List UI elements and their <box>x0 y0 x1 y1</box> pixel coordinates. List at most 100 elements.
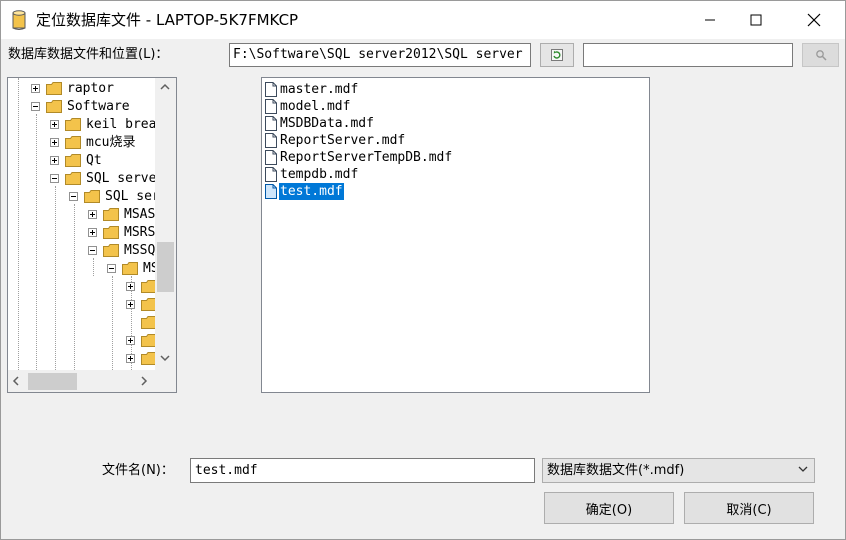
expand-icon[interactable] <box>126 354 135 363</box>
tree-guide-line <box>36 114 37 370</box>
folder-icon <box>141 280 155 293</box>
expand-icon[interactable] <box>126 282 135 291</box>
tree-guide-line <box>112 276 113 370</box>
file-name: ReportServer.mdf <box>280 133 406 148</box>
folder-icon <box>103 226 119 239</box>
file-type-select[interactable]: 数据库数据文件(*.mdf) <box>542 458 815 483</box>
scroll-down-icon[interactable] <box>160 355 170 365</box>
path-field[interactable]: F:\Software\SQL server2012\SQL server <box>229 43 531 67</box>
file-name: model.mdf <box>280 99 351 114</box>
file-name: test.mdf <box>279 183 344 200</box>
folder-open-icon <box>103 244 119 257</box>
filename-label: 文件名(N)： <box>102 463 174 478</box>
refresh-button[interactable] <box>540 43 574 67</box>
file-type-value: 数据库数据文件(*.mdf) <box>547 463 685 478</box>
expand-icon[interactable] <box>88 210 97 219</box>
collapse-icon[interactable] <box>50 174 59 183</box>
scroll-up-icon[interactable] <box>160 83 170 93</box>
close-icon <box>807 13 821 27</box>
file-icon <box>265 116 277 131</box>
tree-item-label: SQL serve <box>86 171 155 186</box>
folder-icon <box>65 118 81 131</box>
close-button[interactable] <box>791 1 837 39</box>
folder-tree[interactable]: raptor Software keil brea mcu烧录 Qt SQL s… <box>7 77 177 393</box>
expand-icon[interactable] <box>50 120 59 129</box>
expand-icon[interactable] <box>31 84 40 93</box>
folder-open-icon <box>122 262 138 275</box>
tree-item-label: Software <box>67 99 130 114</box>
scroll-thumb[interactable] <box>157 242 174 292</box>
folder-icon <box>65 154 81 167</box>
tree-vertical-scrollbar[interactable] <box>155 78 176 370</box>
file-list[interactable]: master.mdf model.mdf MSDBData.mdf Report… <box>261 77 650 393</box>
window-title: 定位数据库文件 - LAPTOP-5K7FMKCP <box>36 11 299 29</box>
scrollbar-corner <box>155 370 176 392</box>
tree-item-label: MSRS <box>124 225 155 240</box>
tree-guide-line <box>93 258 94 276</box>
file-name: ReportServerTempDB.mdf <box>280 150 453 165</box>
expand-icon[interactable] <box>126 336 135 345</box>
search-input[interactable] <box>583 43 793 67</box>
expand-icon[interactable] <box>50 138 59 147</box>
folder-icon <box>103 208 119 221</box>
location-label: 数据库数据文件和位置(L)： <box>8 47 169 62</box>
refresh-icon <box>551 49 563 61</box>
file-icon <box>265 82 277 97</box>
collapse-icon[interactable] <box>107 264 116 273</box>
file-name: MSDBData.mdf <box>280 116 374 131</box>
folder-open-icon <box>65 172 81 185</box>
folder-open-icon <box>84 190 100 203</box>
maximize-icon <box>750 14 762 26</box>
tree-item-label: SQL ser <box>105 189 155 204</box>
scroll-thumb[interactable] <box>28 373 77 390</box>
collapse-icon[interactable] <box>88 246 97 255</box>
file-icon <box>265 150 277 165</box>
cancel-button[interactable]: 取消(C) <box>684 492 814 524</box>
title-bar[interactable]: 定位数据库文件 - LAPTOP-5K7FMKCP <box>1 1 845 39</box>
minimize-icon <box>705 19 715 21</box>
tree-guide-line <box>74 204 75 370</box>
collapse-icon[interactable] <box>31 102 40 111</box>
filename-input[interactable]: test.mdf <box>190 458 535 483</box>
tree-item-label: MSAS <box>124 207 155 222</box>
collapse-icon[interactable] <box>69 192 78 201</box>
folder-icon <box>141 298 155 311</box>
minimize-button[interactable] <box>687 1 733 39</box>
search-icon <box>815 50 827 61</box>
ok-button[interactable]: 确定(O) <box>544 492 674 524</box>
folder-icon <box>65 136 81 149</box>
expand-icon[interactable] <box>88 228 97 237</box>
ok-button-label: 确定(O) <box>585 502 633 518</box>
file-icon <box>265 133 277 148</box>
tree-item-label: MSSQ <box>124 243 155 258</box>
file-icon <box>265 184 277 199</box>
maximize-button[interactable] <box>733 1 779 39</box>
tree-item-label: mcu烧录 <box>86 135 136 150</box>
tree-item-label: raptor <box>67 81 114 96</box>
file-icon <box>265 167 277 182</box>
tree-horizontal-scrollbar[interactable] <box>8 370 155 392</box>
tree-item-label: Qt <box>86 153 102 168</box>
folder-icon <box>141 352 155 365</box>
folder-icon <box>141 334 155 347</box>
tree-item-label: MS <box>143 261 155 276</box>
tree-item-label: keil brea <box>86 117 155 132</box>
expand-icon[interactable] <box>126 300 135 309</box>
folder-icon <box>141 316 155 329</box>
tree-guide-line <box>55 186 56 370</box>
tree-guide-line <box>18 78 19 370</box>
folder-open-icon <box>46 100 62 113</box>
expand-icon[interactable] <box>50 156 59 165</box>
locate-database-files-dialog: 定位数据库文件 - LAPTOP-5K7FMKCP 数据库数据文件和位置(L)：… <box>0 0 846 540</box>
file-name: tempdb.mdf <box>280 167 359 182</box>
search-button[interactable] <box>802 43 839 67</box>
file-name: master.mdf <box>280 82 359 97</box>
folder-tree-viewport: raptor Software keil brea mcu烧录 Qt SQL s… <box>8 78 155 370</box>
scroll-left-icon[interactable] <box>12 376 19 389</box>
cancel-button-label: 取消(C) <box>726 502 772 518</box>
chevron-down-icon <box>798 466 808 472</box>
scroll-right-icon[interactable] <box>141 376 148 389</box>
database-cylinder-icon <box>12 10 26 30</box>
file-icon <box>265 99 277 114</box>
folder-icon <box>46 82 62 95</box>
